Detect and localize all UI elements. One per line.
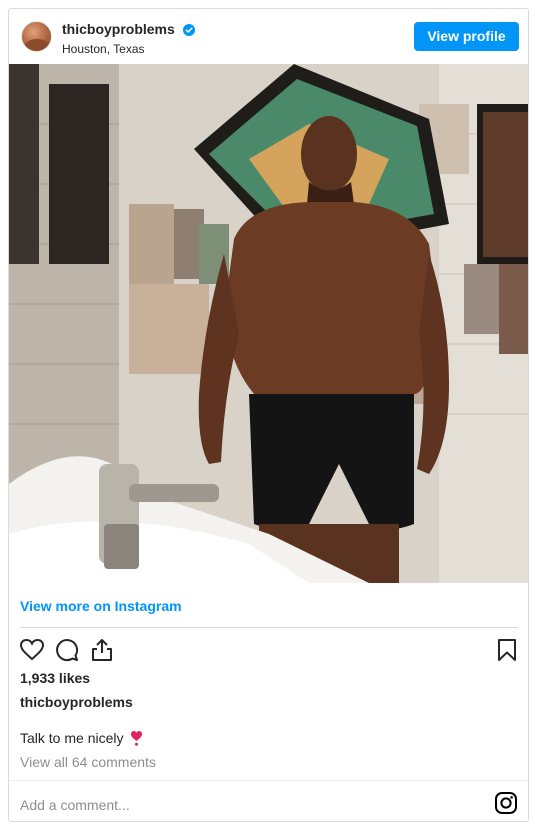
bookmark-icon[interactable] (494, 637, 520, 663)
post-header: thicboyproblems Houston, Texas View prof… (9, 9, 528, 64)
view-more-link[interactable]: View more on Instagram (20, 598, 182, 614)
view-comments-link[interactable]: View all 64 comments (20, 754, 156, 770)
share-icon[interactable] (89, 637, 115, 663)
post-photo[interactable] (9, 64, 528, 583)
verified-badge-icon (183, 24, 196, 36)
divider (20, 627, 518, 628)
post-image (9, 64, 528, 583)
heart-exclamation-icon (131, 731, 143, 746)
caption: Talk to me nicely (20, 730, 143, 746)
user-info: thicboyproblems Houston, Texas (62, 21, 196, 56)
caption-username[interactable]: thicboyproblems (20, 694, 133, 710)
instagram-embed-card: thicboyproblems Houston, Texas View prof… (8, 8, 529, 822)
add-comment-input[interactable]: Add a comment... (20, 797, 130, 813)
divider (9, 780, 528, 781)
heart-icon[interactable] (19, 637, 45, 663)
username[interactable]: thicboyproblems (62, 21, 175, 37)
likes-count[interactable]: 1,933 likes (20, 670, 90, 686)
comment-icon[interactable] (54, 637, 80, 663)
avatar[interactable] (21, 21, 52, 52)
location[interactable]: Houston, Texas (62, 42, 195, 56)
caption-text: Talk to me nicely (20, 730, 124, 746)
view-profile-button[interactable]: View profile (414, 22, 519, 51)
instagram-icon[interactable] (494, 791, 518, 815)
